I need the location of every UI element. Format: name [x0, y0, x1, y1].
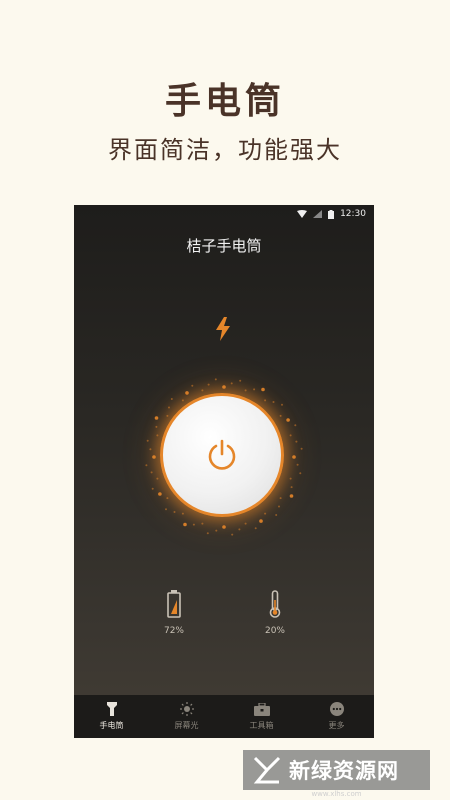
glow-dot — [150, 471, 153, 474]
glow-dot — [165, 508, 167, 511]
glow-dot — [230, 382, 233, 385]
glow-dot — [170, 398, 173, 400]
glow-dot — [181, 399, 184, 402]
glow-dot — [289, 477, 292, 480]
flashlight-icon — [106, 702, 117, 716]
glow-dot — [154, 416, 159, 420]
more-icon — [329, 702, 344, 716]
glow-dot — [206, 532, 209, 535]
glow-dot — [254, 527, 257, 530]
watermark: 新绿资源网 — [243, 750, 430, 790]
glow-dot — [214, 378, 217, 381]
nav-item-more[interactable]: 更多 — [299, 695, 374, 738]
glow-dot — [261, 387, 265, 392]
app-title: 桔子手电筒 — [186, 237, 262, 255]
battery-level-icon — [167, 590, 181, 618]
promo-title: 手电筒 — [164, 81, 285, 122]
wifi-icon — [297, 210, 308, 218]
glow-dot — [156, 477, 159, 480]
glow-dot — [239, 379, 242, 382]
glow-dot — [286, 418, 290, 422]
status-time: 12:30 — [340, 209, 366, 219]
nav-label-toolbox: 工具箱 — [249, 720, 274, 730]
glow-dot — [244, 389, 247, 392]
glow-dot — [289, 494, 294, 498]
glow-dot — [185, 391, 189, 395]
nav-item-flashlight[interactable]: 手电筒 — [74, 695, 149, 738]
glow-dot — [222, 525, 226, 529]
glow-dot — [191, 384, 194, 387]
watermark-text: 新绿资源网 — [289, 759, 399, 783]
glow-dot — [289, 434, 292, 437]
glow-dot — [279, 497, 282, 500]
glow-dot — [253, 388, 256, 391]
power-button[interactable] — [160, 393, 284, 517]
nav-item-toolbox[interactable]: 工具箱 — [224, 695, 299, 738]
glow-dot — [299, 472, 302, 475]
toolbox-icon — [253, 702, 270, 716]
glow-dot — [295, 440, 298, 443]
glow-dot — [259, 519, 263, 523]
glow-dot — [201, 522, 204, 525]
glow-dot — [222, 385, 226, 389]
glow-dot — [294, 424, 297, 427]
glow-dot — [238, 528, 241, 531]
glow-dot — [183, 522, 187, 527]
glow-dot — [272, 401, 275, 403]
glow-dot — [166, 414, 169, 417]
battery-icon — [328, 209, 335, 219]
nav-label-flashlight: 手电筒 — [99, 721, 124, 730]
status-bar: 12:30 — [74, 205, 374, 225]
nav-item-screen-light[interactable]: 屏幕光 — [149, 695, 224, 738]
glow-dot — [168, 406, 170, 409]
glow-dot — [152, 455, 156, 459]
glow-dot — [264, 512, 267, 515]
glow-dot — [145, 464, 148, 467]
sun-icon — [179, 702, 194, 716]
glow-dot — [149, 448, 152, 451]
watermark-logo-icon — [253, 756, 281, 784]
phone-screen: 12:30 桔子手电筒 72% 20% 手电筒 屏幕光 工具箱 更多 — [74, 205, 374, 738]
glow-dot — [292, 455, 296, 459]
glow-dot — [207, 383, 210, 386]
watermark-url: www.xlhs.com — [311, 790, 362, 798]
glow-dot — [166, 497, 169, 500]
promo-subtitle: 界面简洁，功能强大 — [108, 136, 342, 164]
glow-dot — [151, 487, 154, 490]
glow-dot — [290, 486, 293, 489]
temperature-value: 20% — [264, 626, 285, 636]
battery-value: 72% — [163, 626, 184, 636]
signal-icon — [313, 210, 323, 218]
glow-dot — [156, 434, 159, 437]
glow-dot — [300, 447, 303, 450]
bottom-nav: 手电筒 屏幕光 工具箱 更多 — [74, 695, 374, 738]
power-icon — [208, 439, 236, 470]
glow-dot — [192, 523, 195, 526]
nav-label-screen-light: 屏幕光 — [174, 721, 199, 730]
glow-dot — [155, 425, 158, 428]
glow-dot — [201, 389, 204, 392]
temperature-stat: 20% — [245, 590, 305, 636]
nav-label-more: 更多 — [328, 721, 345, 730]
glow-dot — [173, 511, 176, 513]
thermometer-icon — [269, 590, 281, 618]
glow-dot — [275, 514, 278, 516]
glow-dot — [158, 492, 162, 496]
bolt-icon — [216, 317, 230, 341]
glow-dot — [281, 403, 283, 406]
glow-dot — [278, 505, 280, 508]
glow-dot — [296, 463, 299, 466]
battery-stat: 72% — [144, 590, 204, 636]
glow-dot — [181, 512, 184, 515]
glow-dot — [231, 533, 234, 536]
glow-dot — [279, 414, 282, 417]
glow-dot — [264, 399, 267, 402]
glow-dot — [146, 439, 149, 442]
glow-dot — [215, 529, 218, 532]
glow-dot — [244, 522, 247, 525]
